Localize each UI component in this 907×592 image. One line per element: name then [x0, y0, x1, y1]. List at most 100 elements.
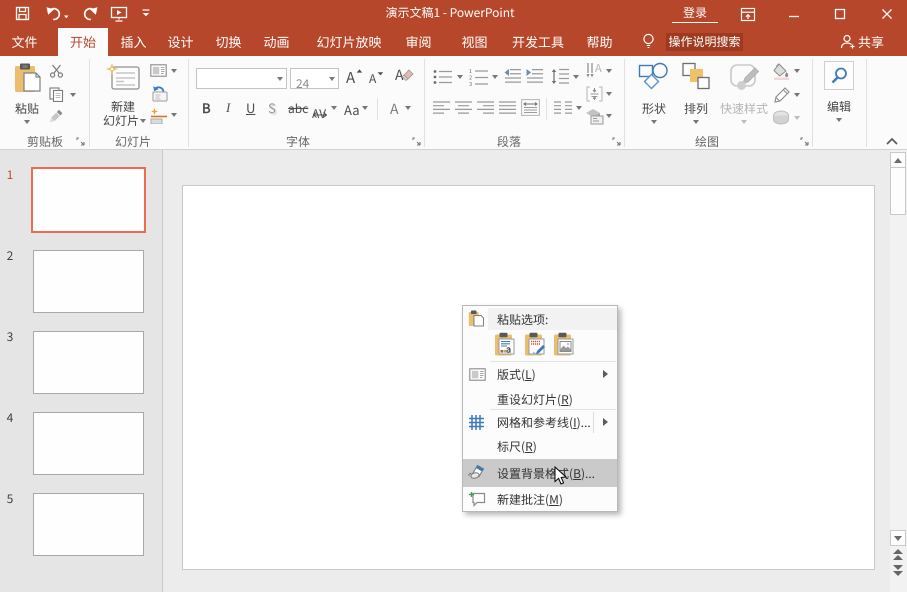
tab-insert[interactable]: 插入 — [111, 28, 156, 56]
font-color-button[interactable]: A — [390, 99, 399, 119]
clear-formatting-button[interactable]: A — [395, 67, 414, 84]
align-text-caret[interactable] — [606, 92, 612, 96]
tab-view[interactable]: 视图 — [452, 28, 497, 56]
scrollbar-thumb[interactable] — [890, 167, 906, 215]
next-slide-button[interactable] — [892, 565, 904, 576]
shape-effects-button[interactable] — [772, 110, 790, 125]
paste-picture-button[interactable] — [553, 332, 576, 357]
menu-item-ruler[interactable]: 标尺(R) — [497, 439, 537, 454]
shape-fill-caret[interactable] — [794, 69, 800, 73]
shape-fill-button[interactable] — [772, 63, 791, 80]
cut-button[interactable] — [49, 64, 64, 78]
paragraph-dialog-launcher[interactable] — [612, 137, 622, 147]
tab-file[interactable]: 文件 — [2, 28, 47, 56]
tab-transitions[interactable]: 切换 — [206, 28, 251, 56]
bullets-button[interactable] — [433, 69, 453, 85]
customize-qat-button[interactable] — [141, 9, 151, 18]
convert-smartart-button[interactable] — [585, 108, 604, 125]
save-button[interactable] — [15, 6, 30, 21]
columns-caret[interactable] — [576, 106, 582, 110]
justify-button[interactable] — [499, 101, 516, 114]
shape-effects-caret[interactable] — [794, 116, 800, 120]
clipboard-dialog-launcher[interactable] — [76, 137, 86, 147]
align-text-button[interactable] — [586, 86, 603, 102]
tab-design[interactable]: 设计 — [158, 28, 203, 56]
drawing-dialog-launcher[interactable] — [800, 137, 810, 147]
ribbon-display-options-button[interactable] — [731, 0, 765, 28]
tab-slide-show[interactable]: 幻灯片放映 — [305, 28, 393, 56]
text-shadow-button[interactable]: S — [268, 100, 276, 116]
slide-thumbnail-4[interactable] — [33, 412, 144, 475]
quick-styles-button[interactable]: 快速样式 — [718, 61, 770, 129]
slide-thumbnail-1[interactable] — [31, 167, 146, 233]
shape-outline-caret[interactable] — [794, 93, 800, 97]
tab-review[interactable]: 审阅 — [396, 28, 441, 56]
paste-keep-source-formatting-button[interactable] — [524, 332, 547, 357]
arrange-button[interactable]: 排列 — [676, 61, 716, 129]
menu-item-format-background[interactable]: 设置背景格式(B)... — [497, 466, 595, 481]
scroll-up-button[interactable] — [890, 152, 906, 168]
menu-item-layout[interactable]: 版式(L) — [497, 367, 536, 382]
line-spacing-button[interactable] — [551, 68, 569, 85]
section-caret[interactable] — [171, 113, 177, 117]
decrease-font-size-button[interactable]: A — [369, 70, 384, 87]
numbering-button[interactable]: 1 2 3 — [469, 68, 489, 86]
section-button[interactable] — [150, 108, 168, 124]
underline-button[interactable]: U — [246, 100, 255, 116]
menu-item-new-comment[interactable]: 新建批注(M) — [497, 492, 563, 507]
undo-button[interactable] — [46, 6, 69, 21]
line-spacing-caret[interactable] — [573, 75, 579, 79]
numbering-caret[interactable] — [492, 75, 498, 79]
slide-thumbnail-2[interactable] — [33, 250, 144, 313]
distribute-text-button[interactable] — [521, 99, 540, 116]
change-case-button[interactable]: Aa — [344, 100, 360, 119]
character-spacing-caret[interactable] — [331, 106, 337, 110]
font-size-caret-icon[interactable] — [329, 77, 335, 81]
strikethrough-button[interactable]: abc — [288, 101, 308, 117]
sign-in-button[interactable]: 登录 — [672, 4, 718, 23]
copy-menu-caret[interactable] — [70, 93, 76, 97]
align-right-button[interactable] — [477, 101, 494, 114]
align-center-button[interactable] — [455, 101, 472, 114]
copy-button[interactable] — [49, 87, 64, 102]
previous-slide-button[interactable] — [892, 549, 904, 560]
character-spacing-button[interactable]: AV — [312, 99, 330, 119]
font-color-caret[interactable] — [405, 106, 411, 110]
layout-button[interactable] — [150, 64, 167, 77]
collapse-ribbon-button[interactable] — [886, 137, 898, 145]
paste-button[interactable]: 粘贴 — [8, 61, 46, 129]
layout-caret[interactable] — [171, 69, 177, 73]
increase-indent-button[interactable] — [526, 69, 543, 84]
align-left-button[interactable] — [433, 101, 450, 114]
slide-thumbnail-5[interactable] — [33, 493, 144, 556]
columns-button[interactable] — [554, 101, 572, 114]
menu-item-grid-and-guides[interactable]: 网格和参考线(I)... — [497, 415, 591, 430]
reset-slide-button[interactable] — [150, 86, 168, 102]
shape-outline-button[interactable] — [773, 87, 790, 103]
bullets-caret[interactable] — [457, 75, 463, 79]
new-slide-button[interactable]: 新建 幻灯片 — [98, 61, 148, 129]
share-button[interactable] — [840, 34, 856, 50]
minimize-button[interactable] — [777, 0, 811, 28]
increase-font-size-button[interactable]: A — [346, 67, 363, 88]
tab-home[interactable]: 开始 — [58, 28, 108, 56]
tab-developer[interactable]: 开发工具 — [505, 28, 571, 56]
tell-me-search[interactable]: 操作说明搜索 — [666, 33, 743, 51]
font-name-caret-icon[interactable] — [277, 77, 283, 81]
tab-animations[interactable]: 动画 — [254, 28, 299, 56]
text-direction-button[interactable]: A — [586, 63, 603, 79]
italic-button[interactable]: I — [226, 100, 230, 116]
paste-keep-text-button[interactable]: a — [494, 332, 517, 357]
text-direction-caret[interactable] — [606, 69, 612, 73]
editing-button[interactable]: 编辑 — [820, 60, 858, 130]
bold-button[interactable]: B — [202, 100, 211, 116]
redo-button[interactable] — [81, 6, 98, 21]
start-slideshow-button[interactable] — [110, 5, 128, 22]
maximize-button[interactable] — [823, 0, 857, 28]
decrease-indent-button[interactable] — [504, 69, 521, 84]
tab-help[interactable]: 帮助 — [577, 28, 622, 56]
change-case-caret[interactable] — [362, 106, 368, 110]
menu-item-reset-slide[interactable]: 重设幻灯片(R) — [497, 392, 573, 407]
scroll-down-button[interactable] — [890, 530, 906, 546]
font-size-combobox[interactable]: 24 — [290, 68, 339, 89]
